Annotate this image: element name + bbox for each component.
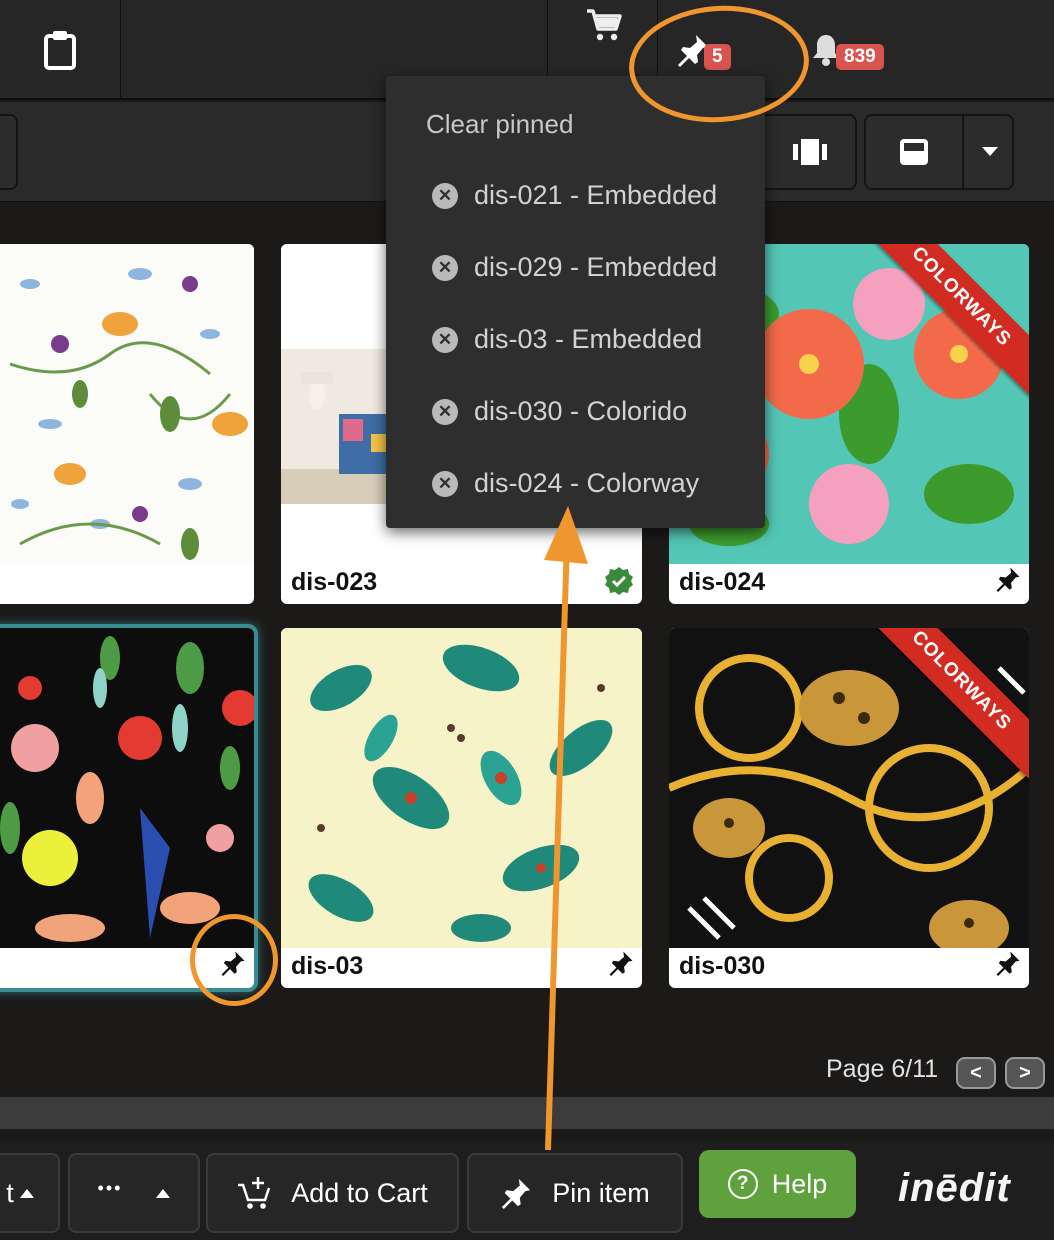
view-dropdown-toggle[interactable] — [966, 116, 1014, 188]
help-icon: ? — [727, 1169, 758, 1199]
pinned-item[interactable]: ✕ dis-029 - Embedded — [432, 252, 717, 283]
design-thumbnail[interactable] — [0, 628, 254, 948]
design-thumbnail[interactable]: COLORWAYS — [669, 628, 1029, 948]
remove-icon[interactable]: ✕ — [432, 398, 458, 425]
clear-pinned-button[interactable]: Clear pinned — [426, 109, 573, 140]
slideshow-button[interactable] — [765, 114, 857, 190]
app-window: 5 839 dis-023 COLORWAYS dis-024 dis-03 C… — [0, 0, 1054, 1240]
pinned-item-label: dis-029 - Embedded — [474, 252, 718, 282]
help-button[interactable]: ? Help — [699, 1150, 856, 1218]
prev-page-button[interactable]: < — [956, 1057, 996, 1089]
page-indicator: Page 6/11 — [826, 1055, 939, 1083]
partial-menu-button[interactable]: t — [0, 1153, 60, 1233]
design-caption: dis-023 — [291, 568, 378, 596]
partial-menu-label: t — [6, 1177, 14, 1208]
pinned-item[interactable]: ✕ dis-024 - Colorway — [432, 468, 699, 499]
pinned-item[interactable]: ✕ dis-021 - Embedded — [432, 180, 717, 211]
pinned-item-label: dis-030 - Colorido — [474, 396, 688, 426]
design-caption: dis-024 — [679, 568, 766, 596]
caret-up-icon — [156, 1188, 171, 1198]
help-label: Help — [771, 1168, 828, 1199]
add-to-cart-button[interactable]: Add to Cart — [206, 1153, 459, 1233]
more-actions-button[interactable]: ••• — [68, 1153, 200, 1233]
add-to-cart-label: Add to Cart — [291, 1177, 428, 1208]
notifications-button[interactable]: 839 — [800, 0, 900, 100]
brand-logo: inēdit — [898, 1166, 1011, 1210]
next-page-button[interactable]: > — [1005, 1057, 1045, 1089]
caret-down-icon — [982, 147, 998, 156]
pin-icon[interactable] — [995, 950, 1021, 976]
remove-icon[interactable]: ✕ — [432, 182, 458, 209]
pin-item-button[interactable]: Pin item — [467, 1153, 683, 1233]
design-caption: dis-03 — [291, 952, 364, 980]
design-card-dis-030[interactable]: COLORWAYS dis-030 — [669, 628, 1029, 988]
pinned-item-label: dis-024 - Colorway — [474, 468, 700, 498]
partial-toolbar-button[interactable] — [0, 114, 18, 190]
design-caption: dis-030 — [679, 952, 766, 980]
view-mode-button[interactable] — [864, 114, 1014, 190]
add-cart-icon — [238, 1177, 271, 1209]
more-icon: ••• — [97, 1177, 123, 1198]
pinned-item-label: dis-021 - Embedded — [474, 180, 718, 210]
cart-icon — [587, 9, 622, 41]
pin-icon[interactable] — [608, 950, 634, 976]
inbox-view-button[interactable] — [866, 116, 964, 188]
pinned-item-label: dis-03 - Embedded — [474, 324, 703, 354]
pinned-item[interactable]: ✕ dis-03 - Embedded — [432, 324, 702, 355]
annotation-circle — [190, 914, 278, 1006]
pin-item-label: Pin item — [552, 1177, 650, 1208]
pinned-item[interactable]: ✕ dis-030 - Colorido — [432, 396, 687, 427]
pinned-dropdown: Clear pinned ✕ dis-021 - Embedded ✕ dis-… — [386, 76, 765, 528]
carousel-icon — [793, 139, 827, 165]
remove-icon[interactable]: ✕ — [432, 326, 458, 353]
design-card[interactable] — [0, 244, 254, 604]
pin-icon — [502, 1178, 531, 1209]
check-icon — [605, 567, 633, 595]
remove-icon[interactable]: ✕ — [432, 470, 458, 497]
inbox-icon — [900, 139, 928, 165]
notifications-count-badge: 839 — [836, 44, 884, 70]
design-thumbnail[interactable] — [0, 244, 254, 564]
clipboard-icon — [44, 31, 76, 70]
pin-icon[interactable] — [995, 566, 1021, 592]
annotation-arrow — [544, 506, 588, 1151]
caret-up-icon — [19, 1188, 34, 1198]
remove-icon[interactable]: ✕ — [432, 254, 458, 281]
clipboard-button[interactable] — [0, 0, 121, 100]
